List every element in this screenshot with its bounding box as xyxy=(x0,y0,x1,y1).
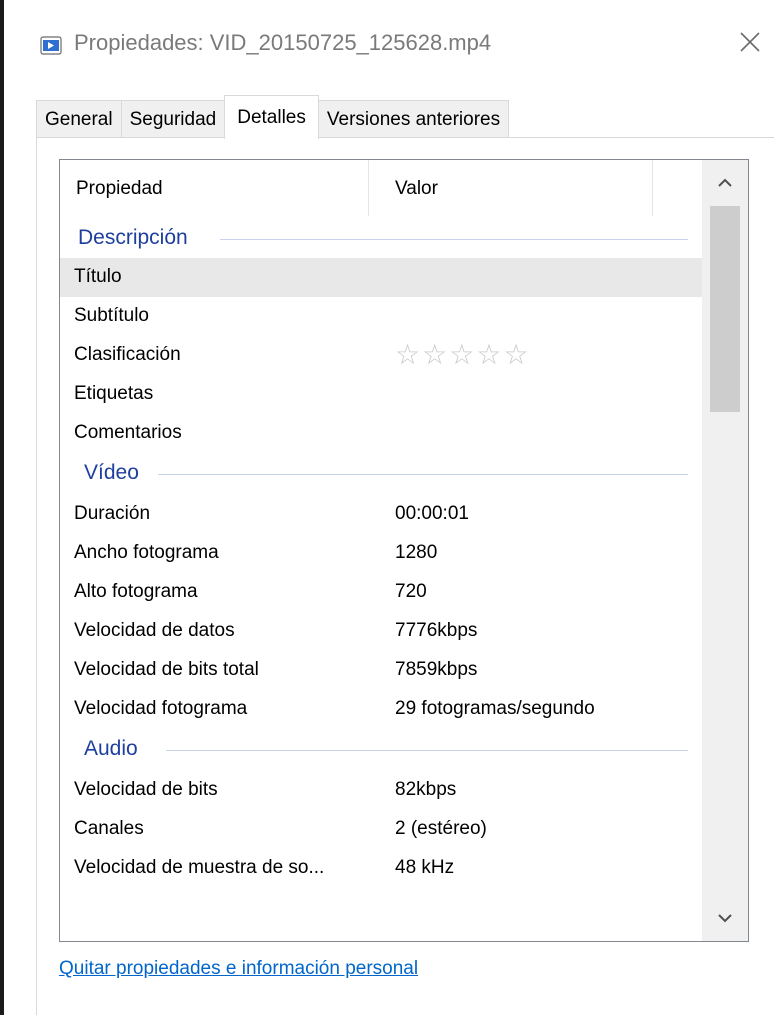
property-name: Velocidad fotograma xyxy=(74,698,248,719)
window-title: Propiedades: VID_20150725_125628.mp4 xyxy=(74,30,492,55)
star-icon[interactable]: ☆ xyxy=(422,340,447,370)
property-value[interactable]: 1280 xyxy=(395,542,437,564)
star-icon[interactable]: ☆ xyxy=(476,340,501,370)
property-name: Etiquetas xyxy=(74,383,154,404)
group-divider xyxy=(220,239,688,240)
list-item[interactable]: Velocidad de muestra de so... 48 kHz xyxy=(60,849,702,888)
tab-seguridad[interactable]: Seguridad xyxy=(120,100,226,138)
property-value[interactable]: 00:00:01 xyxy=(395,503,469,525)
chevron-up-icon xyxy=(718,178,732,187)
property-value[interactable]: 82kbps xyxy=(395,779,456,801)
rating-stars[interactable]: ☆ ☆ ☆ ☆ ☆ xyxy=(395,340,529,370)
list-item[interactable]: Velocidad de bits total 7859kbps xyxy=(60,651,702,690)
property-value[interactable]: 48 kHz xyxy=(395,857,454,879)
chevron-down-icon xyxy=(718,914,732,923)
property-value[interactable]: 7859kbps xyxy=(395,659,477,681)
column-divider[interactable] xyxy=(368,160,369,216)
close-icon xyxy=(740,32,760,52)
column-divider[interactable] xyxy=(652,160,653,216)
group-descripcion: Descripción xyxy=(60,220,702,258)
group-label: Audio xyxy=(84,737,146,761)
property-name: Duración xyxy=(74,503,151,524)
property-name: Velocidad de bits xyxy=(74,779,218,800)
property-name: Título xyxy=(74,266,122,287)
tab-general[interactable]: General xyxy=(36,100,122,138)
list-item[interactable]: Subtítulo xyxy=(60,297,702,336)
property-name: Velocidad de muestra de so... xyxy=(74,857,325,878)
property-name: Clasificación xyxy=(74,344,181,365)
list-item[interactable]: Alto fotograma 720 xyxy=(60,573,702,612)
group-divider xyxy=(158,474,688,475)
list-item[interactable]: Velocidad de bits 82kbps xyxy=(60,771,702,810)
property-value[interactable]: 720 xyxy=(395,581,427,603)
list-item[interactable]: Duración 00:00:01 xyxy=(60,495,702,534)
group-label: Vídeo xyxy=(84,461,147,485)
details-panel: Propiedad Valor Descripción Título Subtí… xyxy=(36,137,774,1015)
list-item[interactable]: Canales 2 (estéreo) xyxy=(60,810,702,849)
list-item[interactable]: Etiquetas xyxy=(60,375,702,414)
list-item[interactable]: Velocidad fotograma 29 fotogramas/segund… xyxy=(60,690,702,729)
property-name: Ancho fotograma xyxy=(74,542,219,563)
list-item[interactable]: Comentarios xyxy=(60,414,702,453)
group-label: Descripción xyxy=(78,226,196,250)
scroll-thumb[interactable] xyxy=(710,206,740,412)
group-divider xyxy=(166,750,688,751)
property-name: Canales xyxy=(74,818,144,839)
scroll-up-button[interactable] xyxy=(702,160,748,206)
property-name: Velocidad de datos xyxy=(74,620,235,641)
remove-properties-link[interactable]: Quitar propiedades e información persona… xyxy=(59,958,418,980)
scroll-down-button[interactable] xyxy=(702,895,748,941)
list-item[interactable]: Velocidad de datos 7776kbps xyxy=(60,612,702,651)
list-item[interactable]: Título xyxy=(60,258,702,297)
group-audio: Audio xyxy=(60,729,702,771)
star-icon[interactable]: ☆ xyxy=(449,340,474,370)
list-item[interactable]: Ancho fotograma 1280 xyxy=(60,534,702,573)
property-value[interactable]: 7776kbps xyxy=(395,620,477,642)
list-item[interactable]: Clasificación ☆ ☆ ☆ ☆ ☆ xyxy=(60,336,702,375)
properties-dialog: Propiedades: VID_20150725_125628.mp4 Gen… xyxy=(0,0,774,1015)
vertical-scrollbar[interactable] xyxy=(702,160,748,941)
property-name: Subtítulo xyxy=(74,305,149,326)
properties-list[interactable]: Propiedad Valor Descripción Título Subtí… xyxy=(59,159,749,942)
property-value[interactable]: 29 fotogramas/segundo xyxy=(395,698,595,720)
star-icon[interactable]: ☆ xyxy=(503,340,528,370)
property-value[interactable]: 2 (estéreo) xyxy=(395,818,487,840)
tab-versiones-anteriores[interactable]: Versiones anteriores xyxy=(317,100,510,138)
title-bar: Propiedades: VID_20150725_125628.mp4 xyxy=(8,0,774,88)
column-header-value[interactable]: Valor xyxy=(395,178,438,200)
close-button[interactable] xyxy=(728,20,772,64)
star-icon[interactable]: ☆ xyxy=(395,340,420,370)
group-video: Vídeo xyxy=(60,453,702,495)
video-file-icon xyxy=(40,36,62,55)
property-name: Comentarios xyxy=(74,422,182,443)
tab-detalles[interactable]: Detalles xyxy=(224,95,319,139)
tab-strip: General Seguridad Detalles Versiones ant… xyxy=(36,95,510,139)
property-name: Velocidad de bits total xyxy=(74,659,259,680)
property-name: Alto fotograma xyxy=(74,581,198,602)
column-header-property[interactable]: Propiedad xyxy=(76,178,163,200)
list-header: Propiedad Valor xyxy=(60,160,702,220)
list-body: Descripción Título Subtítulo Clasificaci… xyxy=(60,220,702,888)
